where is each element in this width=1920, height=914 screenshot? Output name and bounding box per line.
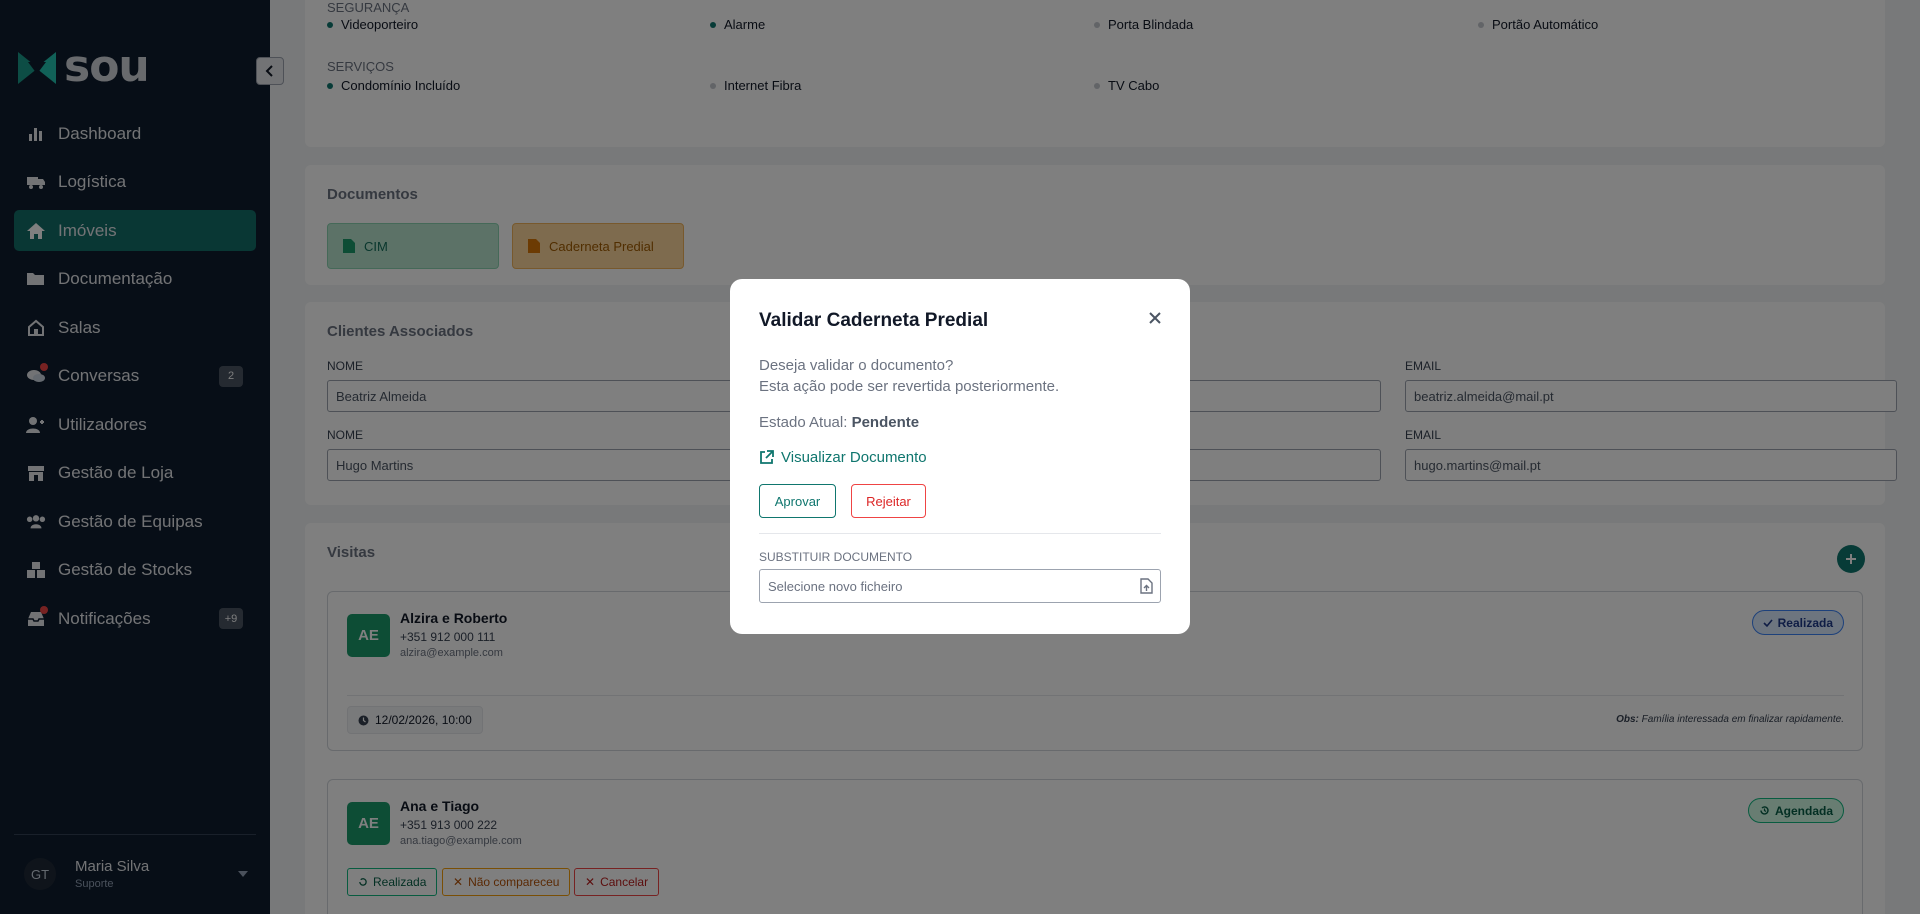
validate-document-modal: Validar Caderneta Predial Deseja validar… bbox=[730, 279, 1190, 634]
file-upload-input[interactable]: Selecione novo ficheiro bbox=[759, 569, 1161, 603]
view-link-label: Visualizar Documento bbox=[781, 449, 927, 466]
reject-button[interactable]: Rejeitar bbox=[851, 484, 926, 518]
view-document-link[interactable]: Visualizar Documento bbox=[759, 449, 927, 466]
replace-document-label: SUBSTITUIR DOCUMENTO bbox=[759, 550, 913, 564]
modal-divider bbox=[759, 533, 1161, 534]
modal-note: Esta ação pode ser revertida posteriorme… bbox=[759, 378, 1060, 395]
close-modal-button[interactable] bbox=[1145, 308, 1165, 328]
external-link-icon bbox=[760, 450, 774, 464]
modal-question: Deseja validar o documento? bbox=[759, 357, 954, 374]
state-value: Pendente bbox=[851, 414, 920, 431]
file-upload-icon bbox=[1140, 578, 1153, 594]
state-label: Estado Atual: bbox=[759, 414, 848, 431]
close-icon bbox=[1149, 312, 1161, 324]
modal-title: Validar Caderneta Predial bbox=[759, 310, 989, 331]
file-placeholder: Selecione novo ficheiro bbox=[768, 579, 903, 594]
approve-button[interactable]: Aprovar bbox=[759, 484, 836, 518]
document-state: Estado Atual: Pendente bbox=[759, 414, 919, 431]
